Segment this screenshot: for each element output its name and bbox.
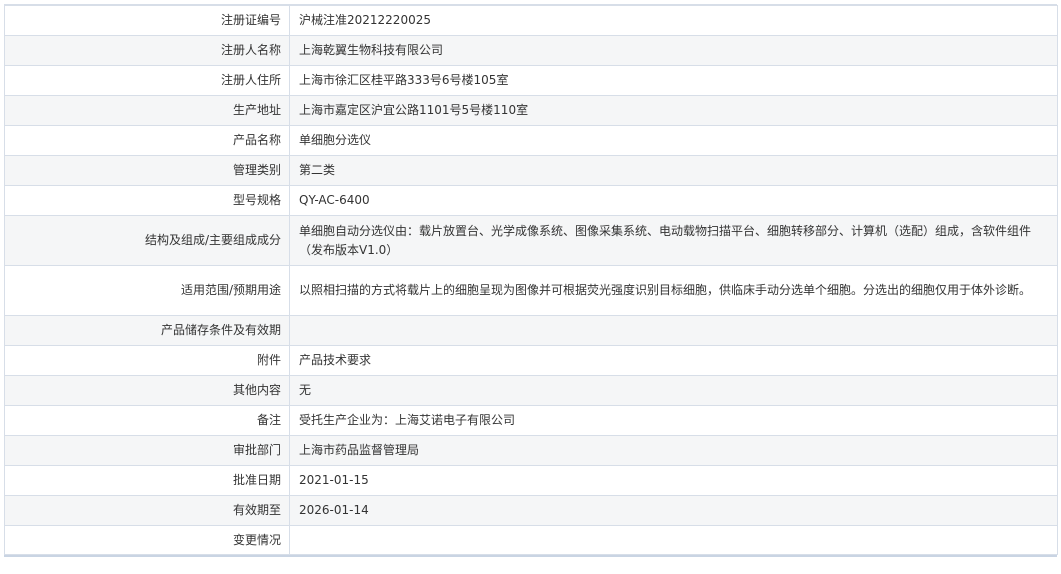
table-row-product-name: 产品名称 单细胞分选仪	[4, 125, 1058, 156]
table-row-storage-validity: 产品储存条件及有效期	[4, 315, 1058, 346]
table-row-production-address: 生产地址 上海市嘉定区沪宜公路1101号5号楼110室	[4, 95, 1058, 126]
row-value: 上海乾翼生物科技有限公司	[289, 35, 1058, 66]
row-value: 2021-01-15	[289, 465, 1058, 496]
row-label: 型号规格	[4, 185, 290, 216]
table-row-registrant-name: 注册人名称 上海乾翼生物科技有限公司	[4, 35, 1058, 66]
row-label: 结构及组成/主要组成成分	[4, 215, 290, 266]
table-row-attachment: 附件 产品技术要求	[4, 345, 1058, 376]
row-label: 变更情况	[4, 525, 290, 555]
table-row-other-content: 其他内容 无	[4, 375, 1058, 406]
row-value: 单细胞分选仪	[289, 125, 1058, 156]
row-label: 批准日期	[4, 465, 290, 496]
row-value: 无	[289, 375, 1058, 406]
table-row-registration-number: 注册证编号 沪械注准20212220025	[4, 5, 1058, 36]
row-value: 上海市药品监督管理局	[289, 435, 1058, 466]
table-row-management-category: 管理类别 第二类	[4, 155, 1058, 186]
row-label: 产品名称	[4, 125, 290, 156]
registration-detail-panel: 注册证编号 沪械注准20212220025 注册人名称 上海乾翼生物科技有限公司…	[4, 4, 1058, 555]
row-label: 适用范围/预期用途	[4, 265, 290, 316]
row-value: 上海市徐汇区桂平路333号6号楼105室	[289, 65, 1058, 96]
table-row-registrant-address: 注册人住所 上海市徐汇区桂平路333号6号楼105室	[4, 65, 1058, 96]
table-row-model-spec: 型号规格 QY-AC-6400	[4, 185, 1058, 216]
table-row-approval-department: 审批部门 上海市药品监督管理局	[4, 435, 1058, 466]
row-value	[289, 315, 1058, 346]
row-label: 其他内容	[4, 375, 290, 406]
table-bottom-divider	[4, 555, 1057, 557]
row-label: 产品储存条件及有效期	[4, 315, 290, 346]
row-label: 注册人名称	[4, 35, 290, 66]
row-value: 单细胞自动分选仪由：载片放置台、光学成像系统、图像采集系统、电动载物扫描平台、细…	[289, 215, 1058, 266]
table-row-intended-use: 适用范围/预期用途 以照相扫描的方式将载片上的细胞呈现为图像并可根据荧光强度识别…	[4, 265, 1058, 316]
row-label: 注册人住所	[4, 65, 290, 96]
row-value: QY-AC-6400	[289, 185, 1058, 216]
table-row-remarks: 备注 受托生产企业为：上海艾诺电子有限公司	[4, 405, 1058, 436]
table-row-approval-date: 批准日期 2021-01-15	[4, 465, 1058, 496]
row-value: 第二类	[289, 155, 1058, 186]
row-label: 审批部门	[4, 435, 290, 466]
row-value: 沪械注准20212220025	[289, 5, 1058, 36]
row-label: 附件	[4, 345, 290, 376]
row-value: 2026-01-14	[289, 495, 1058, 526]
row-value: 以照相扫描的方式将载片上的细胞呈现为图像并可根据荧光强度识别目标细胞，供临床手动…	[289, 265, 1058, 316]
table-row-valid-until: 有效期至 2026-01-14	[4, 495, 1058, 526]
row-label: 生产地址	[4, 95, 290, 126]
row-label: 管理类别	[4, 155, 290, 186]
row-value: 受托生产企业为：上海艾诺电子有限公司	[289, 405, 1058, 436]
table-row-change-history: 变更情况	[4, 525, 1058, 555]
table-row-structure-composition: 结构及组成/主要组成成分 单细胞自动分选仪由：载片放置台、光学成像系统、图像采集…	[4, 215, 1058, 266]
row-label: 有效期至	[4, 495, 290, 526]
row-label: 注册证编号	[4, 5, 290, 36]
registration-detail-table: 注册证编号 沪械注准20212220025 注册人名称 上海乾翼生物科技有限公司…	[4, 5, 1058, 555]
row-value	[289, 525, 1058, 555]
row-value: 上海市嘉定区沪宜公路1101号5号楼110室	[289, 95, 1058, 126]
row-label: 备注	[4, 405, 290, 436]
row-value: 产品技术要求	[289, 345, 1058, 376]
